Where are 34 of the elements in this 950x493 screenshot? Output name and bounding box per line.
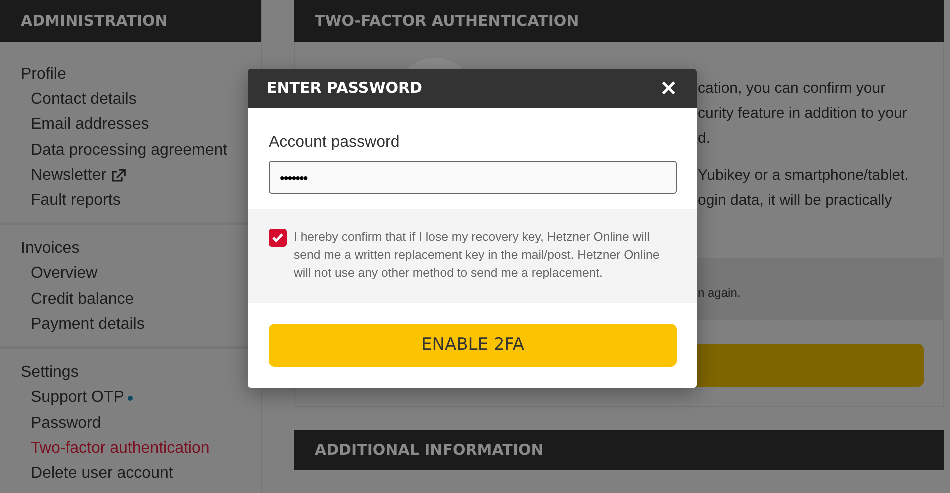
password-field[interactable]: ••••••• [269,161,677,194]
sidebar-link[interactable]: Data processing agreement [21,138,228,163]
confirm-text: I hereby confirm that if I lose my recovery key, Hetzner Online will send me a written replacement key in the mail/post. Hetzner Online will not use any other method to send me a replacement. [294,229,661,282]
sidebar-link[interactable]: Password [21,410,102,436]
sidebar-link[interactable]: Email addresses [21,112,150,138]
section-title: Settings [21,363,80,384]
field-label: Account password [269,133,401,153]
section-title: ADDITIONAL INFORMATION [294,430,944,470]
sidebar-link[interactable]: Support OTP [21,385,134,411]
sidebar-link[interactable]: Payment details [21,312,145,338]
paragraph-text: d. [698,130,711,147]
sidebar-link[interactable]: Contact details [21,87,137,112]
sidebar-link[interactable]: Newsletter [21,162,126,188]
paragraph-text: cation, you can confirm your [698,80,886,97]
sidebar-link[interactable]: Fault reports [21,188,121,214]
sidebar-link[interactable]: Credit balance [21,286,134,312]
close-button[interactable]: × [660,78,678,100]
section-title: TWO-FACTOR AUTHENTICATION [294,0,944,42]
modal-title: ENTER PASSWORD [267,78,423,100]
enable-2fa-button[interactable]: ENABLE 2FA [269,324,677,367]
check-icon [272,233,284,243]
paragraph-text: ogin data, it will be practically [698,192,892,209]
sidebar-link[interactable]: Two-factor authentication [21,436,210,462]
paragraph-text: curity feature in addition to your [698,105,908,122]
section-title: Invoices [21,239,81,260]
section-title: Profile [21,65,68,85]
notification-dot-icon [128,396,134,401]
checkbox[interactable] [269,229,287,247]
sidebar-title: ADMINISTRATION [0,0,261,42]
notice-text: n again. [698,286,741,300]
external-link-icon [110,168,126,183]
paragraph-text: Yubikey or a smartphone/tablet. [698,167,909,184]
sidebar-link[interactable]: Delete user account [21,461,174,487]
sidebar-link[interactable]: Overview [21,261,98,287]
